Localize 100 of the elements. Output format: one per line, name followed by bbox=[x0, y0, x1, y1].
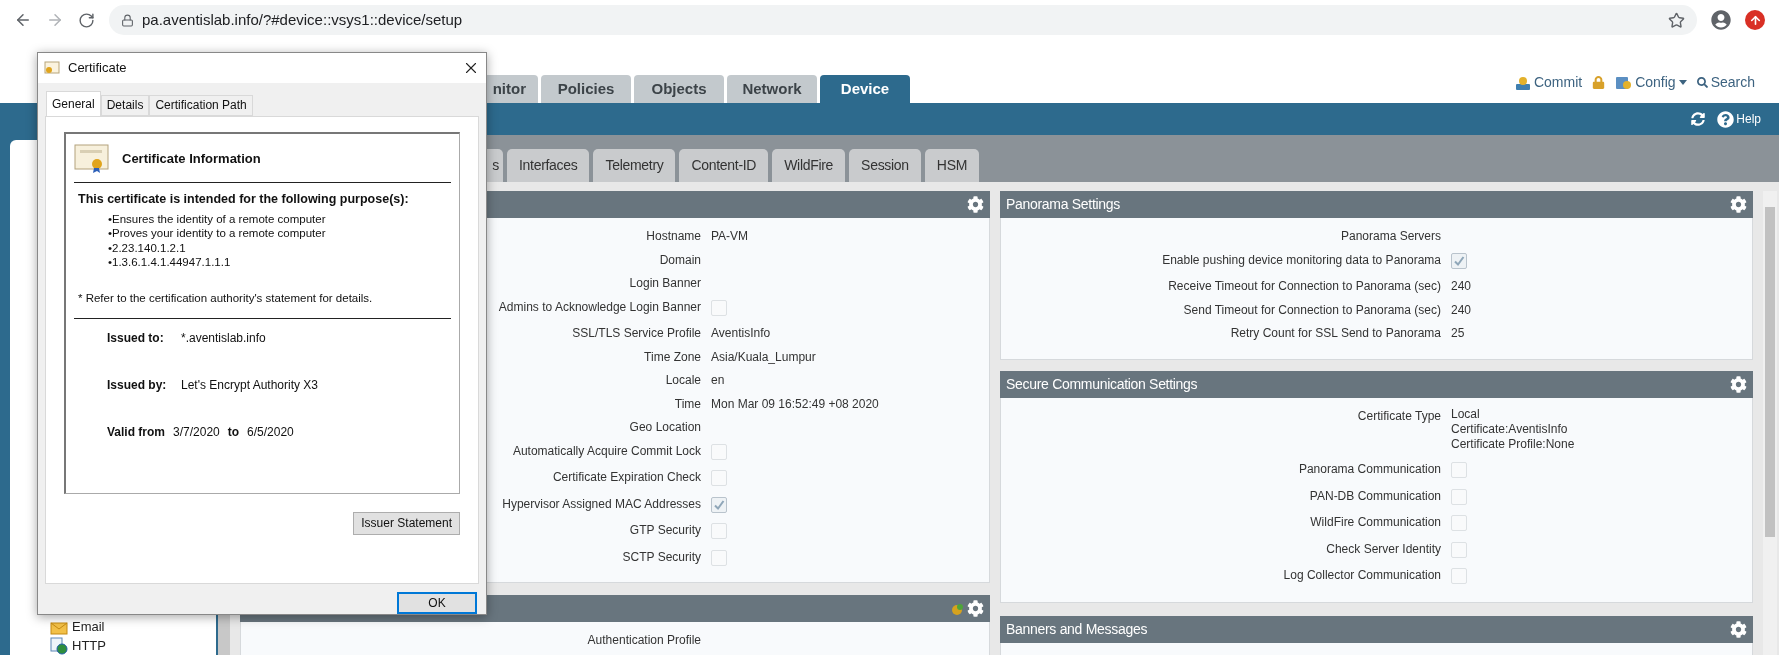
update-icon[interactable] bbox=[1745, 10, 1765, 30]
field-label: to bbox=[227, 423, 240, 441]
field-value: Certificate:AventisInfo bbox=[1451, 422, 1569, 437]
field-label: Hostname bbox=[646, 228, 701, 245]
field-value: 6/5/2020 bbox=[247, 423, 294, 441]
star-icon[interactable] bbox=[1668, 11, 1685, 29]
help-icon[interactable] bbox=[1717, 110, 1735, 128]
dialog-heading: Certificate Information bbox=[122, 150, 261, 168]
field-label: Certificate Type bbox=[1357, 408, 1441, 425]
checkbox[interactable] bbox=[1451, 462, 1467, 478]
field-label: Geo Location bbox=[629, 419, 701, 436]
field-label: Time bbox=[674, 395, 701, 413]
header-action[interactable]: Search bbox=[1710, 72, 1755, 93]
dialog-title: Certificate bbox=[68, 59, 127, 78]
purpose-item: •2.23.140.1.2.1 bbox=[108, 240, 187, 255]
reload-icon[interactable] bbox=[78, 11, 95, 29]
field-label: GTP Security bbox=[629, 522, 701, 539]
settings-tab[interactable]: WildFire bbox=[772, 149, 846, 182]
checkbox[interactable] bbox=[711, 443, 727, 460]
field-label: Receive Timeout for Connection to Panorama (sec) bbox=[1168, 278, 1441, 295]
checkbox[interactable] bbox=[711, 523, 727, 539]
field-value: AventisInfo bbox=[711, 325, 771, 342]
header-action[interactable]: Commit bbox=[1533, 72, 1583, 93]
purpose-item: •1.3.6.1.4.1.44947.1.1.1 bbox=[108, 255, 232, 270]
refresh-icon[interactable] bbox=[1691, 112, 1706, 126]
checkbox[interactable] bbox=[711, 549, 727, 566]
settings-tab[interactable]: Content-ID bbox=[679, 149, 769, 182]
checkbox[interactable] bbox=[711, 496, 727, 513]
settings-tab[interactable]: HSM bbox=[924, 149, 980, 182]
forward-icon[interactable] bbox=[46, 11, 64, 29]
field-label: Login Banner bbox=[629, 275, 701, 292]
checkbox[interactable] bbox=[711, 299, 727, 316]
settings-icon[interactable] bbox=[1730, 196, 1747, 213]
field-label: Domain bbox=[659, 251, 701, 269]
field-label: Certificate Expiration Check bbox=[552, 469, 701, 486]
field-value: Local bbox=[1451, 407, 1481, 422]
field-label: Check Server Identity bbox=[1326, 540, 1441, 558]
settings-tab[interactable]: Telemetry bbox=[593, 149, 676, 182]
field-label: SSL/TLS Service Profile bbox=[572, 325, 701, 342]
settings-icon[interactable] bbox=[1730, 376, 1747, 393]
caret-icon[interactable] bbox=[1678, 79, 1687, 86]
field-value: 240 bbox=[1451, 278, 1472, 295]
header-action[interactable]: Config bbox=[1635, 72, 1676, 93]
note-text: * Refer to the certification authority's statement for details. bbox=[78, 291, 373, 304]
field-value: 240 bbox=[1451, 301, 1472, 319]
nav-tab[interactable]: Device bbox=[820, 75, 910, 103]
panel-title: Secure Communication Settings bbox=[1006, 375, 1198, 394]
lock-icon bbox=[121, 13, 134, 27]
checkbox[interactable] bbox=[1451, 568, 1467, 584]
field-label: Time Zone bbox=[644, 348, 701, 366]
ok-button[interactable]: OK bbox=[397, 592, 477, 614]
checkbox[interactable] bbox=[1451, 541, 1467, 558]
sidebar-item[interactable]: HTTP bbox=[50, 636, 216, 655]
field-label: Admins to Acknowledge Login Banner bbox=[498, 298, 701, 316]
settings-icon[interactable] bbox=[967, 600, 984, 617]
field-label: Locale bbox=[665, 372, 701, 389]
settings-icon[interactable] bbox=[967, 196, 984, 213]
field-value: en bbox=[711, 372, 725, 389]
search-icon bbox=[1696, 77, 1708, 88]
checkbox[interactable] bbox=[1451, 515, 1467, 531]
dialog-tab[interactable]: Certification Path bbox=[149, 94, 253, 116]
nav-tab[interactable]: Policies bbox=[541, 75, 631, 103]
field-label: Enable pushing device monitoring data to Panorama bbox=[1162, 251, 1441, 269]
profile-icon[interactable] bbox=[1711, 10, 1731, 30]
purpose-heading: This certificate is intended for the following purpose(s): bbox=[77, 190, 410, 208]
field-label: Valid from bbox=[107, 423, 165, 441]
checkbox[interactable] bbox=[1451, 252, 1467, 269]
purpose-item: •Proves your identity to a remote computer bbox=[108, 226, 327, 241]
field-value: PA-VM bbox=[711, 228, 749, 245]
nav-tab[interactable]: Objects bbox=[634, 75, 724, 103]
url-text: pa.aventislab.info/?#device::vsys1::device/setup bbox=[142, 9, 463, 30]
purpose-item: •Ensures the identity of a remote computer bbox=[108, 211, 327, 226]
back-icon[interactable] bbox=[14, 11, 32, 29]
help-link[interactable]: Help bbox=[1736, 110, 1761, 128]
address-bar[interactable]: pa.aventislab.info/?#device::vsys1::device/setup bbox=[109, 5, 1697, 35]
panel-title: Panorama Settings bbox=[1006, 195, 1120, 214]
sidebar-item[interactable]: Email bbox=[50, 617, 216, 636]
field-label: Send Timeout for Connection to Panorama (sec) bbox=[1183, 301, 1441, 319]
dialog-tab[interactable]: Details bbox=[100, 94, 150, 116]
scrollbar-thumb[interactable] bbox=[1765, 207, 1775, 537]
checkbox[interactable] bbox=[711, 470, 727, 486]
issuer-statement-button[interactable]: Issuer Statement bbox=[353, 511, 460, 535]
field-value: *.aventislab.info bbox=[181, 329, 266, 347]
globe-page-icon bbox=[50, 636, 68, 655]
field-label: Authentication Profile bbox=[587, 632, 701, 649]
checkbox[interactable] bbox=[1451, 488, 1467, 505]
field-label: Hypervisor Assigned MAC Addresses bbox=[502, 495, 701, 513]
field-label: Log Collector Communication bbox=[1283, 567, 1441, 584]
field-label: Issued to: bbox=[107, 329, 165, 347]
panel-title: Banners and Messages bbox=[1006, 620, 1148, 639]
dialog-tab[interactable]: General bbox=[46, 90, 101, 116]
nav-tab[interactable]: Network bbox=[727, 75, 817, 103]
certificate-icon bbox=[44, 60, 60, 75]
lock-icon[interactable] bbox=[1592, 76, 1606, 89]
settings-tab[interactable]: Interfaces bbox=[507, 149, 590, 182]
field-label: Issued by: bbox=[107, 376, 168, 394]
settings-tab[interactable]: Session bbox=[849, 149, 921, 182]
commit-icon bbox=[1514, 74, 1531, 91]
settings-icon[interactable] bbox=[1730, 621, 1747, 638]
field-label: Panorama Servers bbox=[1340, 228, 1441, 245]
